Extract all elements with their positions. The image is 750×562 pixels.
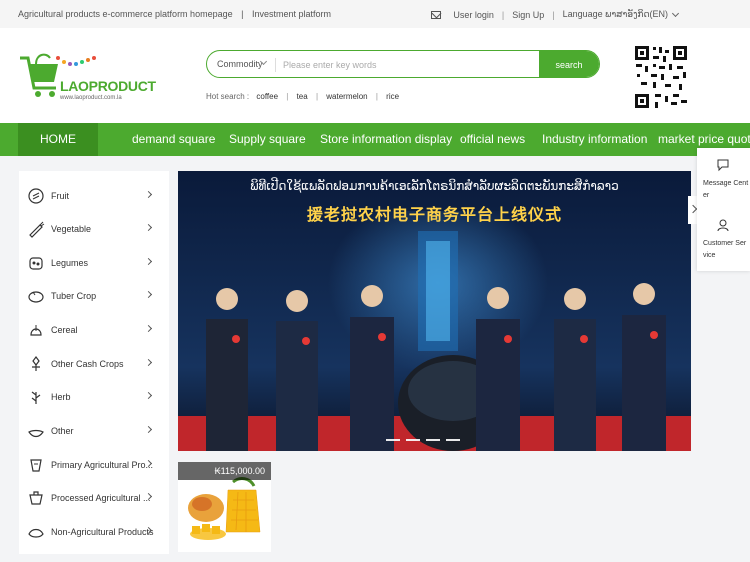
category-label: Processed Agricultural ... xyxy=(51,493,151,503)
chevron-down-icon[interactable] xyxy=(671,9,680,17)
banner-title-lao: ພິທີເປີດໃຊ້ແພລັດຟອມການຄ້າເອເລັກໂຕຣນິກສຳລ… xyxy=(250,179,619,193)
hero-banner[interactable]: ພິທີເປີດໃຊ້ແພລັດຟອມການຄ້າເອເລັກໂຕຣນິກສຳລ… xyxy=(178,171,691,451)
separator: | xyxy=(286,92,289,101)
top-bar: Agricultural products e-commerce platfor… xyxy=(0,0,750,28)
tuber-icon xyxy=(28,291,44,303)
processed-products-icon xyxy=(29,491,43,505)
hot-search-label: Hot search : xyxy=(206,92,250,101)
logo-name: LAOPRODUCT xyxy=(60,78,156,94)
category-tuber-crop[interactable]: Tuber Crop xyxy=(19,279,169,313)
category-vegetable[interactable]: Vegetable xyxy=(19,212,169,246)
nav-industry-information[interactable]: Industry information xyxy=(542,123,647,156)
category-primary-agricultural[interactable]: Primary Agricultural Pro... xyxy=(19,448,169,482)
separator: | xyxy=(501,9,505,20)
vegetable-icon xyxy=(29,221,45,238)
non-agricultural-icon xyxy=(28,528,44,538)
cash-crops-icon xyxy=(32,356,40,371)
category-processed-agricultural[interactable]: Processed Agricultural ... xyxy=(19,481,169,515)
chevron-right-icon xyxy=(144,358,153,367)
language-selector[interactable]: Language ພາສາອັງກິດ(EN) xyxy=(563,9,668,20)
top-right-links: User login | Sign Up | Language ພາສາອັງກ… xyxy=(431,9,680,20)
search-bar: Commodity search xyxy=(206,50,600,78)
hot-search: Hot search : coffee | tea | watermelon |… xyxy=(206,92,399,101)
hot-keyword[interactable]: watermelon xyxy=(326,92,367,101)
category-herb[interactable]: Herb xyxy=(19,380,169,414)
category-label: Other xyxy=(51,426,74,436)
homepage-link[interactable]: Agricultural products e-commerce platfor… xyxy=(18,9,233,19)
header: LAOPRODUCT www.laoproduct.com.la Commodi… xyxy=(0,28,750,123)
banner-title-cn: 援老挝农村电子商务平台上线仪式 xyxy=(306,205,562,224)
category-cereal[interactable]: Cereal xyxy=(19,313,169,347)
hot-keyword[interactable]: coffee xyxy=(256,92,278,101)
chevron-right-icon xyxy=(144,257,153,266)
chevron-right-icon xyxy=(144,290,153,299)
category-sidebar: Fruit Vegetable Legumes Tuber Crop Cerea… xyxy=(19,171,169,554)
category-legumes[interactable]: Legumes xyxy=(19,246,169,280)
category-non-agricultural[interactable]: Non-Agricultural Products xyxy=(19,515,169,549)
logo[interactable]: LAOPRODUCT www.laoproduct.com.la xyxy=(18,50,156,105)
nav-store-information[interactable]: Store information display xyxy=(320,123,452,156)
other-icon xyxy=(28,429,44,438)
divider xyxy=(275,58,276,72)
message-center-button[interactable]: Message Center xyxy=(697,154,750,209)
category-label: Primary Agricultural Pro... xyxy=(51,460,154,470)
fruit-icon xyxy=(28,188,44,204)
message-icon xyxy=(717,159,729,172)
category-other-cash-crops[interactable]: Other Cash Crops xyxy=(19,347,169,381)
herb-icon xyxy=(31,391,41,404)
category-label: Other Cash Crops xyxy=(51,359,124,369)
legumes-icon xyxy=(29,257,43,270)
nav-official-news[interactable]: official news xyxy=(460,123,525,156)
category-label: Tuber Crop xyxy=(51,291,97,301)
top-left-links: Agricultural products e-commerce platfor… xyxy=(18,9,337,19)
message-center-label: Message Center xyxy=(703,180,749,199)
chevron-right-icon xyxy=(144,324,153,333)
separator: | xyxy=(315,92,319,101)
category-fruit[interactable]: Fruit xyxy=(19,179,169,213)
chevron-right-icon xyxy=(144,425,153,434)
user-login-link[interactable]: User login xyxy=(453,10,494,20)
main-nav: HOME demand square Supply square Store i… xyxy=(0,123,750,156)
logo-url: www.laoproduct.com.la xyxy=(60,95,122,101)
chevron-right-icon xyxy=(144,391,153,400)
product-card[interactable]: ₭115,000.00 xyxy=(178,462,271,552)
category-label: Cereal xyxy=(51,325,78,335)
separator: | xyxy=(375,92,378,101)
hot-keyword[interactable]: rice xyxy=(386,92,399,101)
search-input[interactable] xyxy=(283,55,533,75)
chevron-right-icon xyxy=(144,223,153,232)
nav-supply-square[interactable]: Supply square xyxy=(229,123,306,156)
category-label: Vegetable xyxy=(51,224,92,234)
customer-service-button[interactable]: Customer Service xyxy=(697,214,750,269)
category-other[interactable]: Other xyxy=(19,414,169,448)
hot-keyword[interactable]: tea xyxy=(297,92,308,101)
category-label: Legumes xyxy=(51,258,89,268)
search-category-select[interactable]: Commodity xyxy=(217,59,263,69)
investment-platform-link[interactable]: Investment platform xyxy=(252,9,331,19)
cereal-icon xyxy=(30,325,42,336)
mail-icon[interactable] xyxy=(431,10,442,19)
customer-service-icon xyxy=(717,219,729,232)
qr-code-icon xyxy=(633,44,689,110)
separator: | xyxy=(552,9,555,20)
product-price: ₭115,000.00 xyxy=(178,462,271,480)
nav-home[interactable]: HOME xyxy=(18,123,98,156)
search-button[interactable]: search xyxy=(539,51,599,77)
sign-up-link[interactable]: Sign Up xyxy=(512,10,544,20)
floating-side-panel: Message Center Customer Service xyxy=(697,148,750,271)
category-label: Herb xyxy=(51,392,71,402)
primary-products-icon xyxy=(30,459,42,472)
category-label: Non-Agricultural Products xyxy=(51,527,154,537)
customer-service-label: Customer Service xyxy=(703,240,747,259)
nav-demand-square[interactable]: demand square xyxy=(132,123,215,156)
chevron-right-icon xyxy=(144,190,153,199)
category-label: Fruit xyxy=(51,191,69,201)
top-separator: | xyxy=(241,9,244,19)
